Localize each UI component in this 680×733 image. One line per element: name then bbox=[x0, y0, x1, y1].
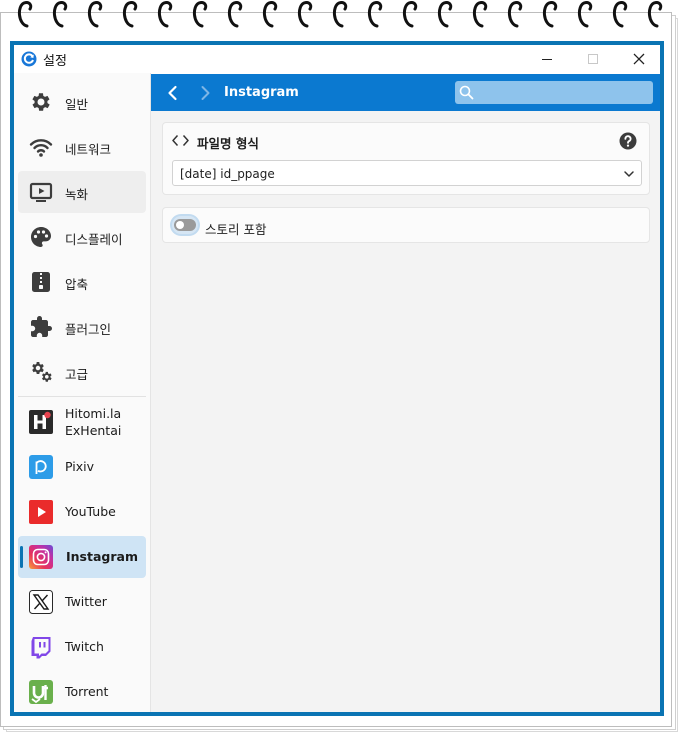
sidebar-divider bbox=[18, 396, 146, 397]
twitch-logo-icon bbox=[31, 637, 51, 659]
sidebar-item-label: 녹화 bbox=[65, 187, 89, 202]
toggle-knob bbox=[176, 221, 184, 229]
settings-window: 설정 일반 네트워크 녹화 디스플레이 압축 플러그인 고급 Hitomi.la… bbox=[14, 45, 660, 712]
sidebar-item-instagram[interactable]: Instagram bbox=[18, 536, 146, 578]
chevron-down-icon bbox=[624, 171, 634, 177]
spiral-binding bbox=[18, 1, 663, 28]
help-icon[interactable] bbox=[619, 132, 637, 150]
filename-format-select[interactable]: [date] id_ppage bbox=[172, 160, 642, 186]
include-stories-card: 스토리 포함 bbox=[162, 207, 650, 243]
selection-indicator bbox=[20, 546, 23, 568]
sidebar-item-advanced[interactable]: 고급 bbox=[18, 351, 146, 393]
sidebar-item-plugins[interactable]: 플러그인 bbox=[18, 306, 146, 348]
sidebar: 일반 네트워크 녹화 디스플레이 압축 플러그인 고급 Hitomi.la Ex… bbox=[14, 73, 151, 712]
sidebar-item-hitomi[interactable]: Hitomi.la ExHentai bbox=[18, 401, 146, 443]
minimize-icon bbox=[542, 59, 552, 60]
search-input[interactable] bbox=[455, 81, 653, 104]
pixiv-logo-icon bbox=[29, 455, 53, 479]
include-stories-toggle[interactable] bbox=[172, 216, 198, 234]
puzzle-icon bbox=[31, 316, 52, 337]
sidebar-item-label: Hitomi.la ExHentai bbox=[65, 406, 122, 438]
filename-format-title: 파일명 형식 bbox=[197, 136, 259, 151]
sidebar-item-label: 디스플레이 bbox=[65, 232, 123, 247]
sidebar-item-twitter[interactable]: Twitter bbox=[18, 581, 146, 623]
sidebar-item-label: Torrent bbox=[65, 684, 109, 699]
minimize-button[interactable] bbox=[524, 45, 570, 73]
app-logo-icon bbox=[21, 51, 37, 67]
youtube-logo-icon bbox=[29, 500, 53, 524]
sidebar-item-label: 고급 bbox=[65, 367, 89, 382]
title-bar[interactable]: 설정 bbox=[14, 45, 660, 73]
sidebar-item-pixiv[interactable]: Pixiv bbox=[18, 446, 146, 488]
page-header: Instagram bbox=[151, 74, 660, 111]
sidebar-item-display[interactable]: 디스플레이 bbox=[18, 216, 146, 258]
sidebar-item-twitch[interactable]: Twitch bbox=[18, 626, 146, 668]
sidebar-item-recording[interactable]: 녹화 bbox=[18, 171, 146, 213]
instagram-logo-icon bbox=[29, 545, 53, 569]
hitomi-logo-icon bbox=[29, 410, 53, 434]
gear-icon bbox=[32, 93, 50, 111]
sidebar-item-label: Pixiv bbox=[65, 459, 95, 474]
window-title: 설정 bbox=[43, 54, 67, 69]
sidebar-item-youtube[interactable]: YouTube bbox=[18, 491, 146, 533]
sidebar-item-label: 일반 bbox=[65, 97, 89, 112]
sidebar-item-label: 네트워크 bbox=[65, 142, 112, 157]
sidebar-item-torrent[interactable]: Torrent bbox=[18, 671, 146, 712]
back-arrow-icon[interactable] bbox=[163, 83, 183, 103]
include-stories-label: 스토리 포함 bbox=[205, 222, 267, 237]
sidebar-item-label: YouTube bbox=[65, 504, 116, 519]
archive-icon bbox=[32, 272, 50, 292]
sidebar-item-compression[interactable]: 압축 bbox=[18, 261, 146, 303]
gears-icon bbox=[32, 362, 52, 382]
page-title: Instagram bbox=[224, 85, 299, 100]
filename-format-value: [date] id_ppage bbox=[180, 167, 275, 181]
utorrent-logo-icon bbox=[29, 680, 53, 704]
sidebar-item-label: 플러그인 bbox=[65, 322, 112, 337]
sidebar-item-label: Twitch bbox=[65, 639, 104, 654]
maximize-button[interactable] bbox=[570, 45, 616, 73]
sidebar-item-general[interactable]: 일반 bbox=[18, 81, 146, 123]
maximize-icon bbox=[588, 54, 598, 64]
sidebar-item-label: 압축 bbox=[65, 277, 89, 292]
wifi-icon bbox=[29, 139, 53, 157]
code-icon bbox=[172, 134, 189, 147]
recording-icon bbox=[29, 182, 53, 202]
window-frame: 설정 일반 네트워크 녹화 디스플레이 압축 플러그인 고급 Hitomi.la… bbox=[10, 41, 664, 716]
twitter-logo-icon bbox=[29, 590, 53, 614]
search-icon bbox=[459, 85, 474, 100]
sidebar-item-label: Instagram bbox=[66, 549, 138, 564]
filename-format-card: 파일명 형식 [date] id_ppage bbox=[162, 122, 650, 195]
close-icon bbox=[633, 53, 645, 65]
settings-content: 파일명 형식 [date] id_ppage 스토리 포함 bbox=[151, 111, 660, 712]
close-button[interactable] bbox=[616, 45, 660, 73]
palette-icon bbox=[31, 227, 51, 247]
sidebar-item-label: Twitter bbox=[65, 594, 107, 609]
forward-arrow-icon[interactable] bbox=[195, 83, 215, 103]
sidebar-item-network[interactable]: 네트워크 bbox=[18, 126, 146, 168]
